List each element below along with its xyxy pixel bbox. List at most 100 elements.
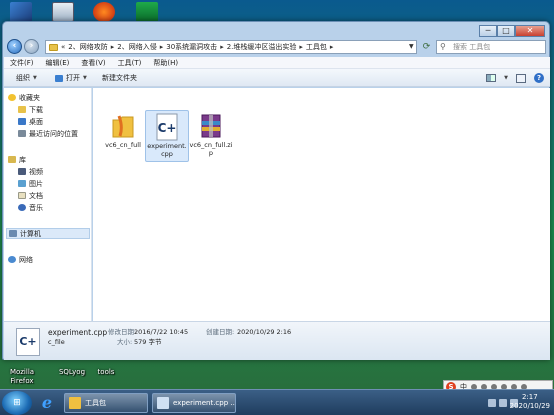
new-folder-label: 新建文件夹 — [102, 74, 137, 82]
details-filename: experiment.cpp — [48, 328, 108, 337]
organize-button[interactable]: 组织 ▼ — [16, 72, 37, 84]
address-dropdown-icon[interactable]: ▼ — [409, 41, 417, 53]
menu-view[interactable]: 查看(V) — [75, 57, 111, 69]
command-bar: 组织 ▼ 打开 ▼ 新建文件夹 ▼ ? — [4, 69, 550, 87]
cpp-file-icon: C+ — [16, 328, 40, 356]
details-size: 579 字节 — [134, 338, 162, 346]
tray-expand-icon[interactable] — [488, 399, 496, 407]
clock-time: 2:17 — [521, 393, 538, 401]
desktop-app-icon[interactable] — [52, 2, 74, 22]
chevron-down-icon: ▼ — [83, 75, 87, 81]
organize-label: 组织 — [16, 74, 30, 82]
folder-icon — [49, 43, 58, 51]
chevron-down-icon: ▼ — [33, 75, 37, 81]
details-modified-label: 修改日期: — [108, 328, 137, 336]
breadcrumb-separator-icon[interactable]: ▸ — [299, 43, 303, 51]
nav-network[interactable]: 网络 — [8, 254, 33, 265]
address-row: ‹ › « 2、网络攻防 ▸ 2、网络入侵 ▸ 30系统漏洞攻击 ▸ 2.堆栈缓… — [7, 39, 547, 55]
breadcrumb-item[interactable]: 2、网络入侵 — [117, 42, 156, 52]
desktop-icon-label[interactable]: Mozilla Firefox — [2, 368, 42, 386]
nav-favorites[interactable]: 收藏夹 — [8, 92, 40, 103]
breadcrumb-item[interactable]: 2.堆栈缓冲区溢出实验 — [227, 42, 297, 52]
minimize-button[interactable]: ─ — [479, 25, 497, 37]
nav-item-label: 图片 — [29, 179, 43, 188]
explorer-window: ─ □ ✕ ‹ › « 2、网络攻防 ▸ 2、网络入侵 ▸ 30系统漏洞攻击 ▸… — [2, 21, 550, 360]
taskbar-button-editor[interactable]: experiment.cpp ... — [152, 393, 236, 413]
taskbar: ⊞ e 工具包 experiment.cpp ... 2:17 2020/10/… — [0, 389, 554, 415]
change-view-icon[interactable] — [486, 74, 497, 82]
refresh-icon[interactable]: ⟳ — [420, 40, 433, 54]
menu-bar: 文件(F) 编辑(E) 查看(V) 工具(T) 帮助(H) — [4, 57, 550, 69]
menu-edit[interactable]: 编辑(E) — [40, 57, 76, 69]
file-name: experiment.cpp — [147, 142, 187, 158]
open-icon — [55, 74, 63, 82]
help-icon[interactable]: ? — [534, 73, 544, 83]
forward-button[interactable]: › — [24, 39, 39, 54]
desktop-icon-label[interactable]: tools — [86, 368, 126, 377]
internet-explorer-icon[interactable]: e — [36, 392, 58, 414]
open-button[interactable]: 打开 ▼ — [55, 72, 87, 84]
file-item-zip[interactable]: vc6_cn_full.zip — [189, 110, 233, 162]
details-size-label: 大小: — [117, 338, 133, 346]
network-tray-icon[interactable] — [499, 399, 507, 407]
breadcrumb-separator-icon[interactable]: ▸ — [330, 43, 334, 51]
menu-tools[interactable]: 工具(T) — [112, 57, 148, 69]
nav-item-label: 视频 — [29, 167, 43, 176]
clock[interactable]: 2:17 2020/10/29 — [510, 393, 550, 411]
desktop-icon — [18, 118, 26, 125]
downloads-icon — [18, 106, 26, 113]
open-label: 打开 — [66, 74, 80, 82]
start-button[interactable]: ⊞ — [2, 391, 32, 415]
breadcrumb-item[interactable]: 30系统漏洞攻击 — [166, 42, 217, 52]
nav-item-videos[interactable]: 视频 — [18, 166, 43, 177]
breadcrumb-separator-icon[interactable]: ▸ — [160, 43, 164, 51]
menu-file[interactable]: 文件(F) — [4, 57, 40, 69]
svg-text:C+: C+ — [158, 121, 177, 135]
desktop-app-icon[interactable] — [93, 2, 115, 22]
nav-item-documents[interactable]: 文档 — [18, 190, 43, 201]
folder-icon — [69, 397, 81, 409]
address-bar[interactable]: « 2、网络攻防 ▸ 2、网络入侵 ▸ 30系统漏洞攻击 ▸ 2.堆栈缓冲区溢出… — [45, 40, 417, 54]
nav-item-desktop[interactable]: 桌面 — [18, 116, 43, 127]
close-button[interactable]: ✕ — [515, 25, 545, 37]
cpp-file-icon: C+ — [154, 113, 180, 141]
file-list[interactable]: vc6_cn_full C+ experiment.cpp vc6_cn_ful… — [93, 88, 550, 321]
network-icon — [8, 256, 16, 263]
nav-item-downloads[interactable]: 下载 — [18, 104, 43, 115]
details-created-label: 创建日期: — [206, 328, 235, 336]
nav-item-recent[interactable]: 最近访问的位置 — [18, 128, 78, 139]
desktop-app-icon[interactable] — [136, 2, 158, 22]
breadcrumb-separator-icon[interactable]: ▸ — [220, 43, 224, 51]
breadcrumb-separator-icon[interactable]: ▸ — [111, 43, 115, 51]
details-modified: 2016/7/22 10:45 — [134, 328, 189, 336]
preview-pane-icon[interactable] — [516, 73, 526, 83]
nav-computer-label: 计算机 — [20, 229, 41, 238]
nav-computer[interactable]: 计算机 — [6, 228, 90, 239]
desktop-app-icon[interactable] — [10, 2, 32, 22]
nav-item-label: 最近访问的位置 — [29, 129, 78, 138]
window-controls: ─ □ ✕ — [479, 25, 545, 37]
nav-item-label: 音乐 — [29, 203, 43, 212]
new-folder-button[interactable]: 新建文件夹 — [102, 72, 137, 84]
menu-help[interactable]: 帮助(H) — [147, 57, 184, 69]
maximize-button[interactable]: □ — [497, 25, 515, 37]
star-icon — [8, 94, 16, 101]
breadcrumb-overflow[interactable]: « — [61, 43, 65, 51]
nav-item-music[interactable]: 音乐 — [18, 202, 43, 213]
file-item-folder[interactable]: vc6_cn_full — [101, 110, 145, 162]
details-type: c_file — [48, 338, 65, 346]
nav-item-label: 下载 — [29, 105, 43, 114]
nav-libraries[interactable]: 库 — [8, 154, 26, 165]
zip-archive-icon — [198, 112, 224, 140]
taskbar-button-label: experiment.cpp ... — [173, 399, 236, 407]
taskbar-button-explorer[interactable]: 工具包 — [64, 393, 148, 413]
back-button[interactable]: ‹ — [7, 39, 22, 54]
file-name: vc6_cn_full.zip — [189, 141, 233, 157]
search-input[interactable]: ⚲ 搜索 工具包 — [436, 40, 546, 54]
nav-item-pictures[interactable]: 图片 — [18, 178, 43, 189]
search-icon: ⚲ — [440, 42, 446, 51]
file-item-cpp[interactable]: C+ experiment.cpp — [145, 110, 189, 162]
breadcrumb-item[interactable]: 工具包 — [306, 42, 327, 52]
chevron-down-icon[interactable]: ▼ — [504, 75, 508, 81]
breadcrumb-item[interactable]: 2、网络攻防 — [68, 42, 107, 52]
